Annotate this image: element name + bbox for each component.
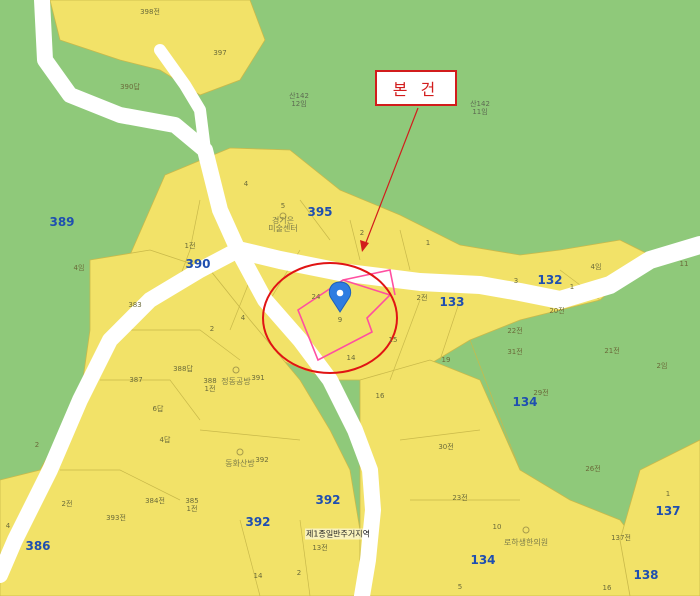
mountain-142-east: 산142 11임	[470, 100, 490, 116]
lot-23-jeon: 23전	[452, 494, 468, 502]
block-390: 390	[185, 257, 211, 271]
lot-14: 14	[346, 354, 356, 362]
lot-5: 5	[280, 202, 286, 210]
lot-2-west: 2	[209, 325, 215, 333]
building-dongwha: 동화산방	[225, 459, 255, 468]
lot-6-dap: 6답	[152, 405, 164, 413]
lot-4-dap: 4답	[159, 436, 171, 444]
parcel-area-southeast	[619, 439, 700, 596]
lot-1-north: 1	[425, 239, 431, 247]
lot-1-east: 1	[569, 283, 575, 291]
block-134-south: 134	[470, 553, 496, 567]
lot-3: 3	[513, 277, 519, 285]
lot-390-dap: 390답	[120, 83, 140, 91]
lot-388-dap: 388답	[173, 365, 193, 373]
lot-16-south: 16	[602, 584, 612, 592]
lot-1-jeon: 1전	[184, 242, 196, 250]
lot-22-jeon: 22전	[507, 327, 523, 335]
lot-398-jeon: 398전	[140, 8, 160, 16]
building-gongbang: 정동공방	[221, 377, 251, 386]
building-clinic: 로하생한의원	[503, 538, 549, 547]
lot-13-jeon: 13전	[312, 544, 328, 552]
lot-5-south: 5	[457, 583, 463, 591]
lot-2-far-west: 2	[34, 441, 40, 449]
mountain-142-west: 산142 12임	[289, 92, 309, 108]
lot-10: 10	[492, 523, 502, 531]
lot-19: 19	[441, 356, 451, 364]
lot-2-im: 2임	[656, 362, 668, 370]
lot-9-subject: 9	[337, 316, 343, 324]
lot-384-jeon: 384전	[145, 497, 165, 505]
lot-383: 383	[128, 301, 142, 309]
lot-4-top: 4	[243, 180, 249, 188]
block-133: 133	[439, 295, 465, 309]
lot-2-north: 2	[359, 229, 365, 237]
block-138: 138	[633, 568, 659, 582]
parcel-area-south	[359, 359, 651, 596]
lot-387: 387	[129, 376, 143, 384]
zone-label: 제1종일반주거지역	[305, 528, 371, 540]
lot-21-jeon: 21전	[604, 347, 620, 355]
lot-30-jeon: 30전	[438, 443, 454, 451]
cadastral-map[interactable]: 본 건 제1종일반주거지역 389 390 395 132 133 134 137 138 38…	[0, 0, 700, 596]
lot-2-jeon-sw: 2전	[61, 500, 73, 508]
lot-11: 11	[679, 260, 689, 268]
block-389: 389	[49, 215, 75, 229]
block-137: 137	[655, 504, 681, 518]
lot-31-jeon: 31전	[507, 348, 523, 356]
lot-29-jeon: 29전	[533, 389, 549, 397]
lot-4-west: 4	[240, 314, 246, 322]
lot-392-small: 392	[255, 456, 269, 464]
building-misul: 경기은 미술센터	[268, 216, 298, 233]
block-132: 132	[537, 273, 563, 287]
lot-391: 391	[251, 374, 265, 382]
lot-2-south: 2	[296, 569, 302, 577]
lot-2-jeon: 2전	[416, 294, 428, 302]
lot-385-1-jeon: 385 1전	[185, 497, 199, 513]
block-392-center: 392	[315, 493, 341, 507]
lot-24: 24	[311, 293, 321, 301]
lot-393-jeon: 393전	[106, 514, 126, 522]
block-134-east: 134	[512, 395, 538, 409]
lot-16: 16	[375, 392, 385, 400]
lot-4-im-east: 4임	[590, 263, 602, 271]
lot-388-1-jeon: 388 1전	[203, 377, 217, 393]
lot-397: 397	[213, 49, 227, 57]
block-392-south: 392	[245, 515, 271, 529]
lot-1-se: 1	[665, 490, 671, 498]
block-395: 395	[307, 205, 333, 219]
callout-box: 본 건	[375, 70, 457, 106]
callout-label: 본 건	[392, 80, 440, 99]
lot-4-sw: 4	[5, 522, 11, 530]
block-386: 386	[25, 539, 51, 553]
lot-26-jeon: 26전	[585, 465, 601, 473]
lot-137-jeon: 137전	[611, 534, 631, 542]
lot-14-south: 14	[253, 572, 263, 580]
lot-20-jeon: 20전	[549, 307, 565, 315]
lot-4-im: 4임	[73, 264, 85, 272]
map-canvas	[0, 0, 700, 596]
lot-15: 15	[388, 336, 398, 344]
